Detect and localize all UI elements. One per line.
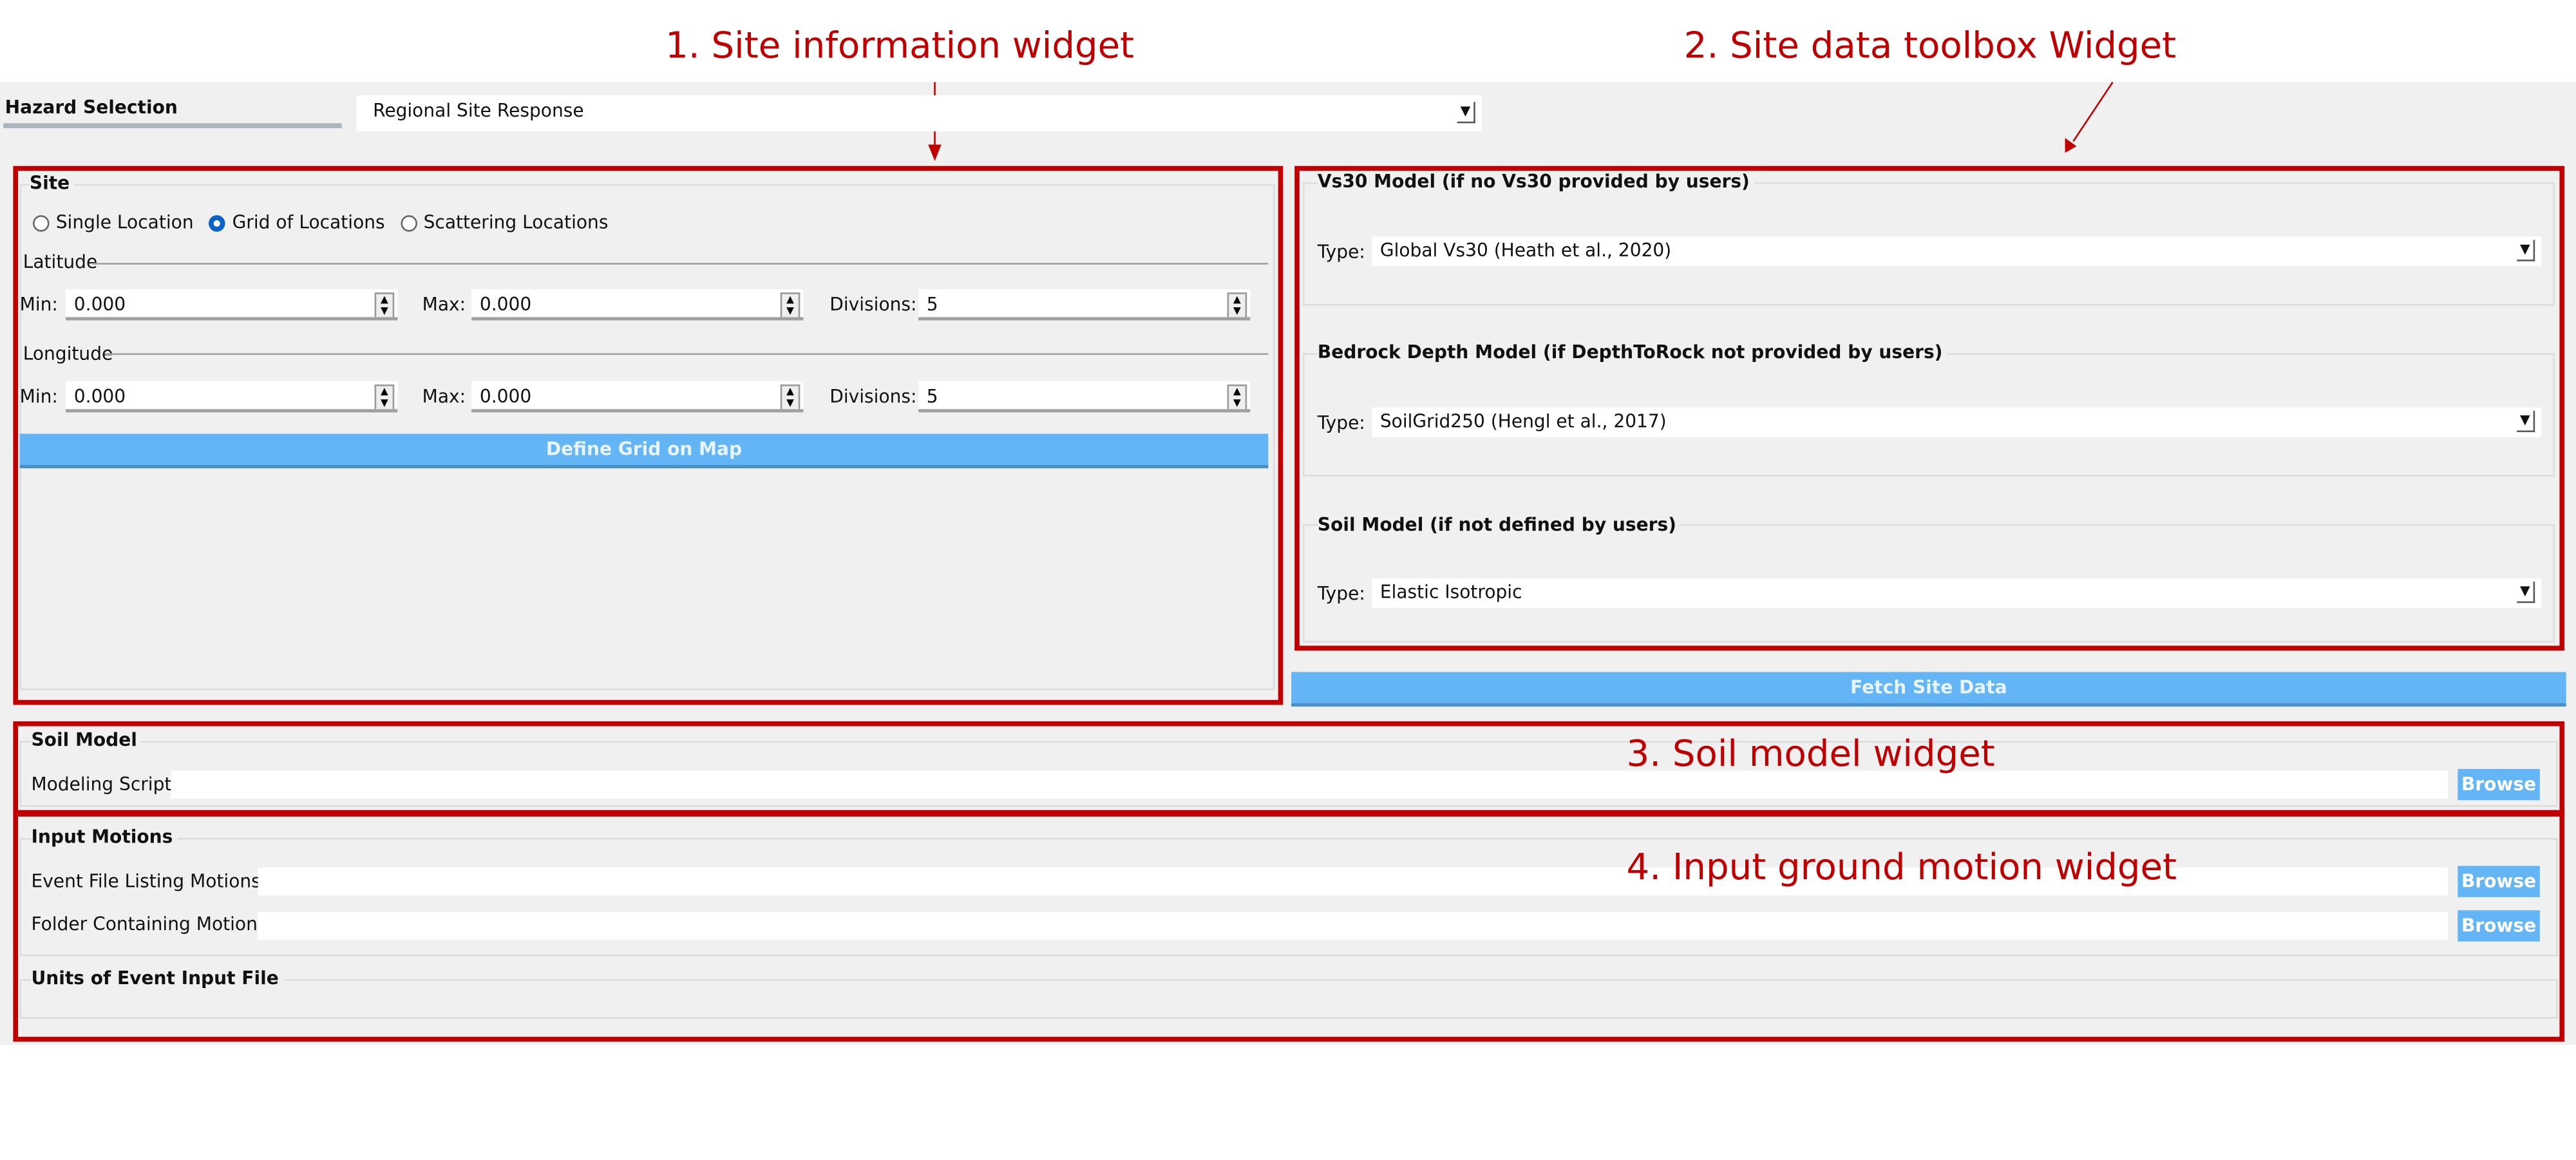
radio-scattering-locations[interactable]: Scattering Locations bbox=[400, 212, 608, 233]
soil-type-dropdown[interactable]: Elastic Isotropic ▼ bbox=[1372, 578, 2542, 608]
hazard-selection-dropdown[interactable]: Regional Site Response ▼ bbox=[356, 95, 1482, 132]
lat-min-spinbox[interactable]: 0.000 ▲ ▼ bbox=[66, 289, 398, 321]
spin-arrows-icon[interactable]: ▲ ▼ bbox=[374, 384, 395, 410]
hazard-selection-value: Regional Site Response bbox=[373, 100, 584, 122]
longitude-divider bbox=[105, 353, 1269, 356]
lat-divisions-spinbox[interactable]: 5 ▲ ▼ bbox=[918, 289, 1251, 321]
fetch-site-data-button[interactable]: Fetch Site Data bbox=[1291, 672, 2566, 707]
lon-max-spinbox[interactable]: 0.000 ▲ ▼ bbox=[471, 381, 804, 413]
chevron-down-icon: ▼ bbox=[2517, 240, 2535, 261]
vs30-type-dropdown[interactable]: Global Vs30 (Heath et al., 2020) ▼ bbox=[1372, 236, 2542, 267]
units-title: Units of Event Input File bbox=[31, 967, 284, 989]
folder-browse-button[interactable]: Browse bbox=[2458, 910, 2540, 942]
spin-arrows-icon[interactable]: ▲ ▼ bbox=[780, 384, 800, 410]
site-mode-radios: Single Location Grid of Locations Scatte… bbox=[33, 212, 608, 233]
event-file-label: Event File Listing Motions bbox=[31, 871, 261, 893]
bedrock-title: Bedrock Depth Model (if DepthToRock not … bbox=[1317, 341, 1948, 363]
annotation-input-motions: 4. Input ground motion widget bbox=[1626, 848, 2177, 889]
radio-checked-icon bbox=[209, 215, 226, 232]
vs30-type-label: Type: bbox=[1317, 241, 1365, 263]
hazard-selection-label: Hazard Selection bbox=[5, 97, 178, 119]
hazard-label-underline bbox=[3, 123, 342, 128]
event-file-browse-button[interactable]: Browse bbox=[2458, 866, 2540, 897]
spin-arrows-icon[interactable]: ▲ ▼ bbox=[1227, 292, 1247, 318]
folder-label: Folder Containing Motions bbox=[31, 913, 267, 935]
radio-icon bbox=[33, 215, 50, 232]
vs30-title: Vs30 Model (if no Vs30 provided by users… bbox=[1317, 171, 1755, 193]
chevron-down-icon: ▼ bbox=[2517, 582, 2535, 604]
annotation-soil-model: 3. Soil model widget bbox=[1626, 734, 1995, 776]
annotation-arrows bbox=[928, 81, 2114, 161]
spin-arrows-icon[interactable]: ▲ ▼ bbox=[1227, 384, 1247, 410]
lat-max-label: Max: bbox=[422, 294, 466, 316]
input-motions-title: Input Motions bbox=[31, 826, 178, 848]
site-title: Site bbox=[29, 172, 75, 195]
lat-max-spinbox[interactable]: 0.000 ▲ ▼ bbox=[471, 289, 804, 321]
lat-min-label: Min: bbox=[19, 294, 58, 316]
radio-single-location[interactable]: Single Location bbox=[33, 212, 194, 233]
lon-min-label: Min: bbox=[19, 386, 58, 408]
radio-icon bbox=[400, 215, 417, 232]
lat-divisions-label: Divisions: bbox=[829, 294, 917, 316]
lon-min-spinbox[interactable]: 0.000 ▲ ▼ bbox=[66, 381, 398, 413]
bedrock-type-label: Type: bbox=[1317, 412, 1365, 434]
bedrock-type-dropdown[interactable]: SoilGrid250 (Hengl et al., 2017) ▼ bbox=[1372, 407, 2542, 437]
modeling-script-browse-button[interactable]: Browse bbox=[2458, 768, 2540, 801]
lon-max-label: Max: bbox=[422, 386, 466, 408]
modeling-script-input[interactable] bbox=[171, 770, 2448, 799]
chevron-down-icon: ▼ bbox=[1457, 102, 1475, 124]
latitude-divider bbox=[91, 263, 1269, 265]
lon-divisions-label: Divisions: bbox=[829, 386, 917, 408]
latitude-label: Latitude bbox=[23, 251, 98, 273]
radio-grid-of-locations[interactable]: Grid of Locations bbox=[209, 212, 385, 233]
soil-model-widget-title: Soil Model bbox=[31, 729, 142, 751]
spin-arrows-icon[interactable]: ▲ ▼ bbox=[780, 292, 800, 318]
soil-type-label: Type: bbox=[1317, 583, 1365, 605]
longitude-label: Longitude bbox=[23, 343, 113, 365]
modeling-script-label: Modeling Script bbox=[31, 774, 172, 795]
units-groupbox bbox=[19, 979, 2558, 1019]
define-grid-button[interactable]: Define Grid on Map bbox=[19, 433, 1269, 469]
chevron-down-icon: ▼ bbox=[2517, 410, 2535, 432]
soil-model-title: Soil Model (if not defined by users) bbox=[1317, 514, 1681, 536]
folder-input[interactable] bbox=[258, 911, 2448, 940]
spin-arrows-icon[interactable]: ▲ ▼ bbox=[374, 292, 395, 318]
lon-divisions-spinbox[interactable]: 5 ▲ ▼ bbox=[918, 381, 1251, 413]
